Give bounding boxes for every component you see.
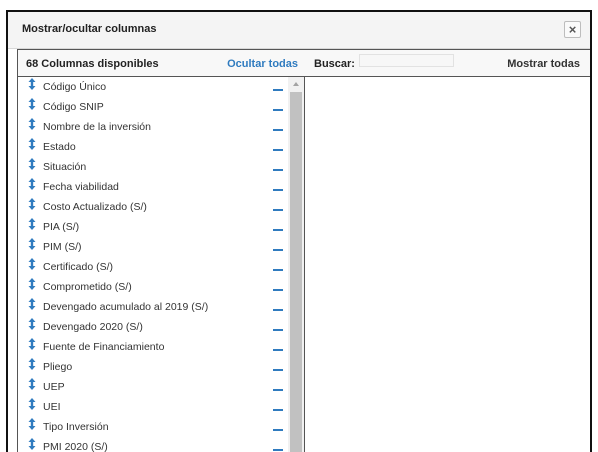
column-list-item[interactable]: Certificado (S/) [18,257,286,277]
drag-updown-icon[interactable] [28,198,36,210]
minus-icon[interactable] [273,169,283,171]
drag-updown-icon[interactable] [28,158,36,170]
column-list-item[interactable]: Nombre de la inversión [18,117,286,137]
drag-updown-icon[interactable] [28,318,36,330]
close-button[interactable]: × [564,21,581,38]
show-hide-columns-dialog: Mostrar/ocultar columnas × 68 Columnas d… [6,10,592,452]
show-all-link[interactable]: Mostrar todas [507,58,580,70]
minus-icon[interactable] [273,349,283,351]
column-list-item[interactable]: Devengado acumulado al 2019 (S/) [18,297,286,317]
column-label: Código Único [43,81,107,93]
dialog-body: 68 Columnas disponibles Ocultar todas Có… [17,49,590,452]
column-list-item[interactable]: PMI 2020 (S/) [18,437,286,452]
scroll-up-arrow-icon[interactable] [288,77,304,91]
column-label: Devengado 2020 (S/) [43,321,143,333]
column-list-item[interactable]: Devengado 2020 (S/) [18,317,286,337]
drag-updown-icon[interactable] [28,238,36,250]
panel-divider [304,76,305,452]
drag-updown-icon[interactable] [28,378,36,390]
drag-updown-icon[interactable] [28,118,36,130]
drag-updown-icon[interactable] [28,418,36,430]
available-columns-header: 68 Columnas disponibles Ocultar todas [18,50,304,77]
column-list-item[interactable]: Costo Actualizado (S/) [18,197,286,217]
column-label: Fuente de Financiamiento [43,341,165,353]
drag-updown-icon[interactable] [28,398,36,410]
drag-updown-icon[interactable] [28,98,36,110]
drag-updown-icon[interactable] [28,278,36,290]
search-label: Buscar: [314,58,355,70]
column-label: Fecha viabilidad [43,181,119,193]
available-columns-panel: 68 Columnas disponibles Ocultar todas Có… [17,49,305,452]
column-list-item[interactable]: UEP [18,377,286,397]
drag-updown-icon[interactable] [28,438,36,450]
available-columns-list: Código Único Código SNIP Nombre de la inve… [18,77,286,452]
column-label: Estado [43,141,76,153]
dialog-title: Mostrar/ocultar columnas [22,23,157,35]
minus-icon[interactable] [273,149,283,151]
column-label: Certificado (S/) [43,261,114,273]
drag-updown-icon[interactable] [28,138,36,150]
column-list-item[interactable]: Código Único [18,77,286,97]
available-columns-count: 68 Columnas disponibles [26,58,159,70]
column-list-item[interactable]: PIM (S/) [18,237,286,257]
column-list-item[interactable]: Situación [18,157,286,177]
drag-updown-icon[interactable] [28,358,36,370]
drag-updown-icon[interactable] [28,78,36,90]
column-label: Tipo Inversión [43,421,109,433]
column-label: Comprometido (S/) [43,281,132,293]
column-list-item[interactable]: Código SNIP [18,97,286,117]
column-label: Pliego [43,361,73,373]
minus-icon[interactable] [273,389,283,391]
search-input[interactable] [359,54,454,67]
column-list-item[interactable]: Fuente de Financiamiento [18,337,286,357]
minus-icon[interactable] [273,309,283,311]
column-label: Código SNIP [43,101,104,113]
minus-icon[interactable] [273,249,283,251]
drag-updown-icon[interactable] [28,258,36,270]
minus-icon[interactable] [273,449,283,451]
column-label: PIA (S/) [43,221,80,233]
column-list-item[interactable]: UEI [18,397,286,417]
minus-icon[interactable] [273,369,283,371]
hide-all-link[interactable]: Ocultar todas [227,58,298,70]
dialog-titlebar: Mostrar/ocultar columnas × [8,12,590,49]
drag-updown-icon[interactable] [28,218,36,230]
close-icon: × [568,22,577,37]
column-list-item[interactable]: Comprometido (S/) [18,277,286,297]
minus-icon[interactable] [273,289,283,291]
minus-icon[interactable] [273,429,283,431]
column-list-item[interactable]: Fecha viabilidad [18,177,286,197]
minus-icon[interactable] [273,209,283,211]
column-label: Devengado acumulado al 2019 (S/) [43,301,209,313]
visible-columns-panel: Buscar: Mostrar todas [304,49,590,452]
drag-updown-icon[interactable] [28,338,36,350]
minus-icon[interactable] [273,229,283,231]
column-label: Costo Actualizado (S/) [43,201,147,213]
scrollbar-thumb[interactable] [290,92,302,452]
minus-icon[interactable] [273,89,283,91]
minus-icon[interactable] [273,409,283,411]
drag-updown-icon[interactable] [28,178,36,190]
visible-columns-header: Buscar: Mostrar todas [304,50,590,77]
column-list-item[interactable]: Pliego [18,357,286,377]
list-scrollbar[interactable] [288,77,304,452]
column-label: UEP [43,381,65,393]
column-list-item[interactable]: PIA (S/) [18,217,286,237]
minus-icon[interactable] [273,329,283,331]
column-label: PMI 2020 (S/) [43,441,108,452]
column-label: PIM (S/) [43,241,82,253]
minus-icon[interactable] [273,129,283,131]
drag-updown-icon[interactable] [28,298,36,310]
column-list-item[interactable]: Estado [18,137,286,157]
column-label: UEI [43,401,61,413]
column-label: Situación [43,161,87,173]
minus-icon[interactable] [273,109,283,111]
minus-icon[interactable] [273,269,283,271]
column-label: Nombre de la inversión [43,121,151,133]
minus-icon[interactable] [273,189,283,191]
column-list-item[interactable]: Tipo Inversión [18,417,286,437]
